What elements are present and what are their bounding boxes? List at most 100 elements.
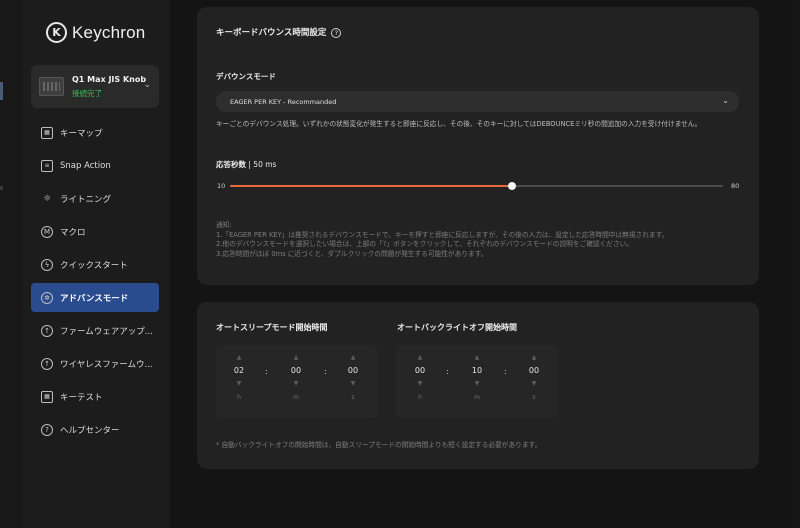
chevron-down-icon: ⌄ — [722, 96, 729, 105]
sidebar: K Keychron Q1 Max JIS Knob 接続完了 ⌄ ▦ キーマッ… — [22, 0, 170, 528]
time-separator: : — [504, 367, 507, 376]
keyboard-icon: ▦ — [41, 126, 53, 139]
increment-arrow-icon[interactable]: ▲ — [467, 354, 487, 362]
decrement-arrow-icon[interactable]: ▼ — [410, 380, 430, 388]
increment-arrow-icon[interactable]: ▲ — [343, 354, 363, 362]
hour-value[interactable]: 02 — [229, 365, 249, 377]
time-separator: : — [446, 367, 449, 376]
sidebar-item-label: ファームウェアアップ... — [60, 326, 153, 337]
sidebar-item-macro[interactable]: M マクロ — [31, 217, 159, 246]
second-column: ▲ 00 ▼ s — [524, 354, 544, 401]
device-name: Q1 Max JIS Knob — [72, 75, 147, 84]
debounce-description: キーごとのデバウンス処理。いずれかの状態変化が発生すると即座に反応し、その後、そ… — [216, 120, 702, 128]
device-selector[interactable]: Q1 Max JIS Knob 接続完了 ⌄ — [31, 65, 159, 108]
macro-icon: M — [41, 225, 53, 238]
time-separator: : — [265, 367, 268, 376]
upload-icon: ↑ — [41, 357, 53, 370]
minute-column: ▲ 10 ▼ m — [467, 354, 487, 401]
upload-icon: ↑ — [41, 324, 53, 337]
debounce-title-text: キーボードバウンス時間設定 — [216, 28, 327, 38]
auto-sleep-time-picker: ▲ 02 ▼ h : ▲ 00 ▼ m : ▲ 00 ▼ s — [216, 345, 378, 418]
sleep-footnote: * 自動バックライトオフの開始時間は、自動スリープモードの開始時間よりも短く設定… — [216, 441, 542, 449]
decrement-arrow-icon[interactable]: ▼ — [467, 380, 487, 388]
second-column: ▲ 00 ▼ s — [343, 354, 363, 401]
hour-unit: h — [418, 394, 422, 401]
keyboard-thumbnail-icon — [39, 77, 64, 96]
sidebar-item-help-center[interactable]: ? ヘルプセンター — [31, 415, 159, 444]
slider-max-label: 80 — [731, 182, 740, 190]
sidebar-item-quickstart[interactable]: ϟ クイックスタート — [31, 250, 159, 279]
question-icon: ? — [41, 423, 53, 436]
increment-arrow-icon[interactable]: ▲ — [229, 354, 249, 362]
decrement-arrow-icon[interactable]: ▼ — [343, 380, 363, 388]
debounce-mode-value: EAGER PER KEY - Recommanded — [230, 97, 337, 106]
sidebar-item-snap-action[interactable]: ≡ Snap Action — [31, 151, 159, 180]
sidebar-item-label: アドバンスモード — [60, 293, 129, 304]
response-time-title: 応答秒数 — [216, 160, 246, 169]
auto-sleep-title: オートスリープモード開始時間 — [216, 323, 328, 332]
minute-column: ▲ 00 ▼ m — [286, 354, 306, 401]
hour-column: ▲ 00 ▼ h — [410, 354, 430, 401]
device-status: 接続完了 — [72, 89, 102, 98]
slider-min-label: 10 — [217, 182, 226, 190]
sidebar-item-label: ヘルプセンター — [60, 425, 120, 436]
hour-column: ▲ 02 ▼ h — [229, 354, 249, 401]
sidebar-nav: ▦ キーマップ ≡ Snap Action ☼ ライトニング M マクロ ϟ ク… — [31, 118, 159, 448]
window-edge — [794, 0, 800, 528]
sidebar-item-keymap[interactable]: ▦ キーマップ — [31, 118, 159, 147]
increment-arrow-icon[interactable]: ▲ — [410, 354, 430, 362]
sidebar-item-wireless-firmware[interactable]: ↑ ワイヤレスファームウ... — [31, 349, 159, 378]
sidebar-item-label: マクロ — [60, 227, 86, 238]
app-logo: K Keychron — [46, 22, 145, 43]
minute-value[interactable]: 00 — [286, 365, 306, 377]
response-time-slider[interactable] — [230, 182, 723, 190]
minute-unit: m — [474, 394, 480, 401]
keyboard-icon: ▦ — [41, 390, 53, 403]
backlight-off-time-picker: ▲ 00 ▼ h : ▲ 10 ▼ m : ▲ 00 ▼ s — [396, 345, 558, 418]
minute-unit: m — [293, 394, 299, 401]
help-icon[interactable]: ? — [331, 27, 342, 38]
backlight-off-title: オートバックライトオフ開始時間 — [397, 323, 517, 332]
gear-icon: ✲ — [41, 291, 53, 304]
hour-value[interactable]: 00 — [410, 365, 430, 377]
response-time-label: 応答秒数 | 50 ms — [216, 159, 276, 170]
debounce-mode-select[interactable]: EAGER PER KEY - Recommanded ⌄ — [216, 91, 739, 112]
note-item: 1.「EAGER PER KEY」は推奨されるデバウンスモードで、キーを押すと即… — [216, 230, 669, 239]
sidebar-item-key-test[interactable]: ▦ キーテスト — [31, 382, 159, 411]
increment-arrow-icon[interactable]: ▲ — [286, 354, 306, 362]
second-unit: s — [351, 394, 355, 401]
chevron-down-icon[interactable]: ⌄ — [143, 80, 151, 90]
sidebar-item-label: クイックスタート — [60, 260, 128, 271]
sidebar-item-label: ワイヤレスファームウ... — [60, 359, 153, 370]
time-separator: : — [324, 367, 327, 376]
slider-thumb[interactable] — [507, 182, 516, 190]
keychron-logo-icon: K — [46, 22, 67, 43]
gutter-marker — [0, 186, 3, 190]
bolt-icon: ϟ — [41, 258, 53, 271]
window-gutter — [0, 0, 22, 528]
debounce-mode-label: デバウンスモード — [216, 72, 276, 81]
note-item: 3.応答時間がほぼ 0ms に近づくと、ダブルクリックの問題が発生する可能性があ… — [216, 249, 488, 258]
decrement-arrow-icon[interactable]: ▼ — [524, 380, 544, 388]
debounce-card: キーボードバウンス時間設定? デバウンスモード EAGER PER KEY - … — [197, 7, 759, 285]
sleep-settings-card: オートスリープモード開始時間 オートバックライトオフ開始時間 ▲ 02 ▼ h … — [197, 302, 759, 469]
second-value[interactable]: 00 — [524, 365, 544, 377]
hour-unit: h — [237, 394, 241, 401]
debounce-title: キーボードバウンス時間設定? — [216, 26, 342, 38]
sidebar-item-label: キーマップ — [60, 128, 103, 139]
logo-text: Keychron — [72, 22, 146, 42]
increment-arrow-icon[interactable]: ▲ — [524, 354, 544, 362]
decrement-arrow-icon[interactable]: ▼ — [229, 380, 249, 388]
sun-icon: ☼ — [42, 193, 52, 204]
snap-icon: ≡ — [41, 159, 53, 172]
sidebar-item-firmware-update[interactable]: ↑ ファームウェアアップ... — [31, 316, 159, 345]
response-time-value: 50 ms — [253, 160, 277, 169]
second-value[interactable]: 00 — [343, 365, 363, 377]
sidebar-item-lighting[interactable]: ☼ ライトニング — [31, 184, 159, 213]
sidebar-item-label: キーテスト — [60, 392, 103, 403]
minute-value[interactable]: 10 — [467, 365, 487, 377]
gutter-marker — [0, 82, 3, 100]
sidebar-item-advance-mode[interactable]: ✲ アドバンスモード — [31, 283, 159, 312]
decrement-arrow-icon[interactable]: ▼ — [286, 380, 306, 388]
slider-fill — [230, 185, 512, 187]
